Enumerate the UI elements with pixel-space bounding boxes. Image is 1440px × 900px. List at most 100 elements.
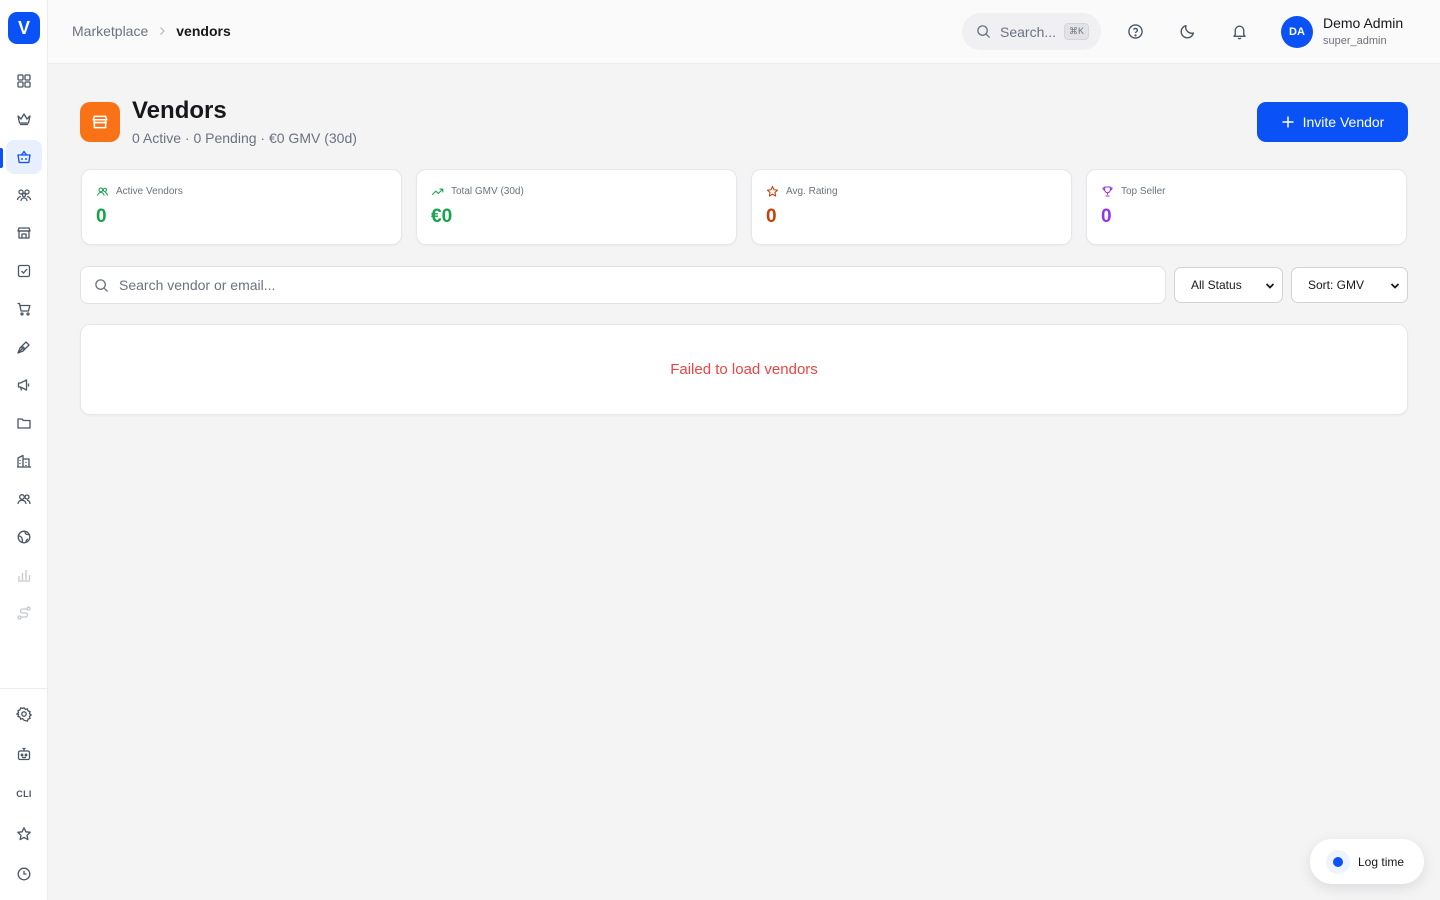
stat-label-row: Total GMV (30d)	[431, 185, 524, 198]
sidebar-item-dashboard[interactable]	[6, 64, 42, 98]
stat-value: 0	[96, 206, 107, 227]
store-icon	[17, 227, 31, 239]
sidebar-item-analytics[interactable]	[6, 558, 42, 592]
global-search[interactable]: Search... ⌘K	[962, 13, 1101, 50]
clock-icon	[17, 867, 31, 881]
vendor-search[interactable]	[80, 266, 1166, 304]
log-time-label: Log time	[1358, 854, 1405, 869]
chevron-down-icon	[1265, 283, 1275, 289]
moon-icon	[1180, 24, 1194, 38]
sidebar-item-workflow[interactable]	[6, 596, 42, 630]
status-filter-value: All Status	[1191, 278, 1242, 292]
invite-vendor-label: Invite Vendor	[1302, 114, 1385, 130]
page-icon	[80, 102, 120, 142]
shopping-basket-icon	[17, 150, 31, 164]
star-icon	[766, 185, 779, 197]
sort-value: Sort: GMV	[1308, 278, 1365, 292]
sidebar-item-community[interactable]	[6, 178, 42, 212]
stat-value: €0	[431, 206, 453, 227]
stat-value: 0	[766, 206, 777, 227]
stat-card-avg-rating: Avg. Rating 0	[751, 169, 1072, 245]
log-time-button[interactable]: Log time	[1310, 839, 1424, 884]
sidebar: V CLI	[0, 0, 48, 900]
plus-icon	[1282, 116, 1294, 128]
help-circle-icon	[1127, 23, 1143, 39]
user-name[interactable]: Demo Admin	[1323, 15, 1403, 31]
breadcrumb: Marketplace vendors	[72, 23, 231, 39]
globe-icon	[17, 530, 31, 544]
folder-icon	[17, 418, 31, 429]
app-logo[interactable]: V	[8, 12, 40, 44]
chevron-right-icon	[160, 27, 166, 35]
stat-label-row: Avg. Rating	[766, 185, 838, 198]
invite-vendor-button[interactable]: Invite Vendor	[1257, 102, 1408, 142]
sort-select[interactable]: Sort: GMV	[1291, 267, 1408, 303]
sidebar-item-robot[interactable]	[6, 737, 42, 771]
stat-label: Top Seller	[1121, 186, 1166, 197]
trophy-icon	[1102, 186, 1113, 197]
crown-icon	[17, 113, 31, 126]
sidebar-item-history[interactable]	[6, 857, 42, 891]
store-icon	[92, 115, 108, 129]
sidebar-item-pen[interactable]	[6, 330, 42, 364]
users-icon	[97, 187, 108, 196]
sidebar-item-cart[interactable]	[6, 292, 42, 326]
sidebar-item-settings[interactable]	[6, 697, 42, 731]
stat-card-total-gmv: Total GMV (30d) €0	[416, 169, 737, 245]
sidebar-divider	[0, 688, 47, 689]
sidebar-item-globe[interactable]	[6, 520, 42, 554]
bell-icon	[1232, 25, 1246, 39]
checkbox-icon	[17, 264, 31, 278]
grid-icon	[17, 74, 31, 88]
chevron-down-icon	[1390, 283, 1400, 289]
theme-toggle-button[interactable]	[1176, 20, 1198, 42]
sidebar-item-megaphone[interactable]	[6, 368, 42, 402]
error-message: Failed to load vendors	[670, 361, 818, 378]
breadcrumb-parent[interactable]: Marketplace	[72, 23, 148, 39]
route-icon	[17, 606, 31, 620]
megaphone-icon	[17, 379, 30, 391]
cart-icon	[17, 302, 31, 316]
notifications-button[interactable]	[1228, 20, 1250, 42]
trending-up-icon	[431, 188, 444, 196]
sidebar-item-tasks[interactable]	[6, 254, 42, 288]
gear-icon	[16, 707, 32, 722]
search-placeholder: Search...	[1000, 23, 1057, 40]
stat-label-row: Top Seller	[1101, 185, 1165, 198]
sidebar-item-marketplace[interactable]	[6, 140, 42, 174]
avatar[interactable]: DA	[1281, 16, 1313, 48]
sidebar-item-store[interactable]	[6, 216, 42, 250]
bar-chart-icon	[18, 570, 31, 582]
sidebar-item-cli[interactable]: CLI	[6, 777, 42, 811]
shortcut-badge: ⌘K	[1064, 23, 1090, 40]
stat-label: Avg. Rating	[786, 186, 838, 197]
help-button[interactable]	[1124, 20, 1146, 42]
robot-icon	[17, 747, 31, 761]
stat-label-row: Active Vendors	[96, 185, 183, 198]
search-icon	[95, 278, 109, 292]
community-icon	[16, 189, 32, 202]
timer-icon	[1326, 849, 1350, 874]
top-header: Marketplace vendors Search... ⌘K DA Demo…	[48, 0, 1440, 64]
stat-value: 0	[1101, 206, 1112, 227]
active-indicator	[0, 148, 3, 168]
cli-label: CLI	[16, 789, 32, 799]
sidebar-item-crown[interactable]	[6, 102, 42, 136]
sidebar-item-buildings[interactable]	[6, 444, 42, 478]
breadcrumb-current: vendors	[176, 23, 231, 39]
vendors-list-panel: Failed to load vendors	[80, 324, 1408, 415]
page-title: Vendors	[132, 97, 227, 124]
page-subtitle: 0 Active · 0 Pending · €0 GMV (30d)	[132, 130, 357, 146]
vendor-search-input[interactable]	[119, 277, 1019, 293]
stat-label: Total GMV (30d)	[451, 186, 524, 197]
buildings-icon	[17, 454, 31, 468]
pen-tool-icon	[17, 341, 30, 354]
status-filter-select[interactable]: All Status	[1174, 267, 1283, 303]
sidebar-item-favorites[interactable]	[6, 817, 42, 851]
users-icon	[17, 494, 31, 505]
user-role: super_admin	[1323, 35, 1387, 47]
sidebar-item-folder[interactable]	[6, 406, 42, 440]
stat-card-top-seller: Top Seller 0	[1086, 169, 1407, 245]
sidebar-item-people[interactable]	[6, 482, 42, 516]
search-icon	[977, 25, 991, 39]
